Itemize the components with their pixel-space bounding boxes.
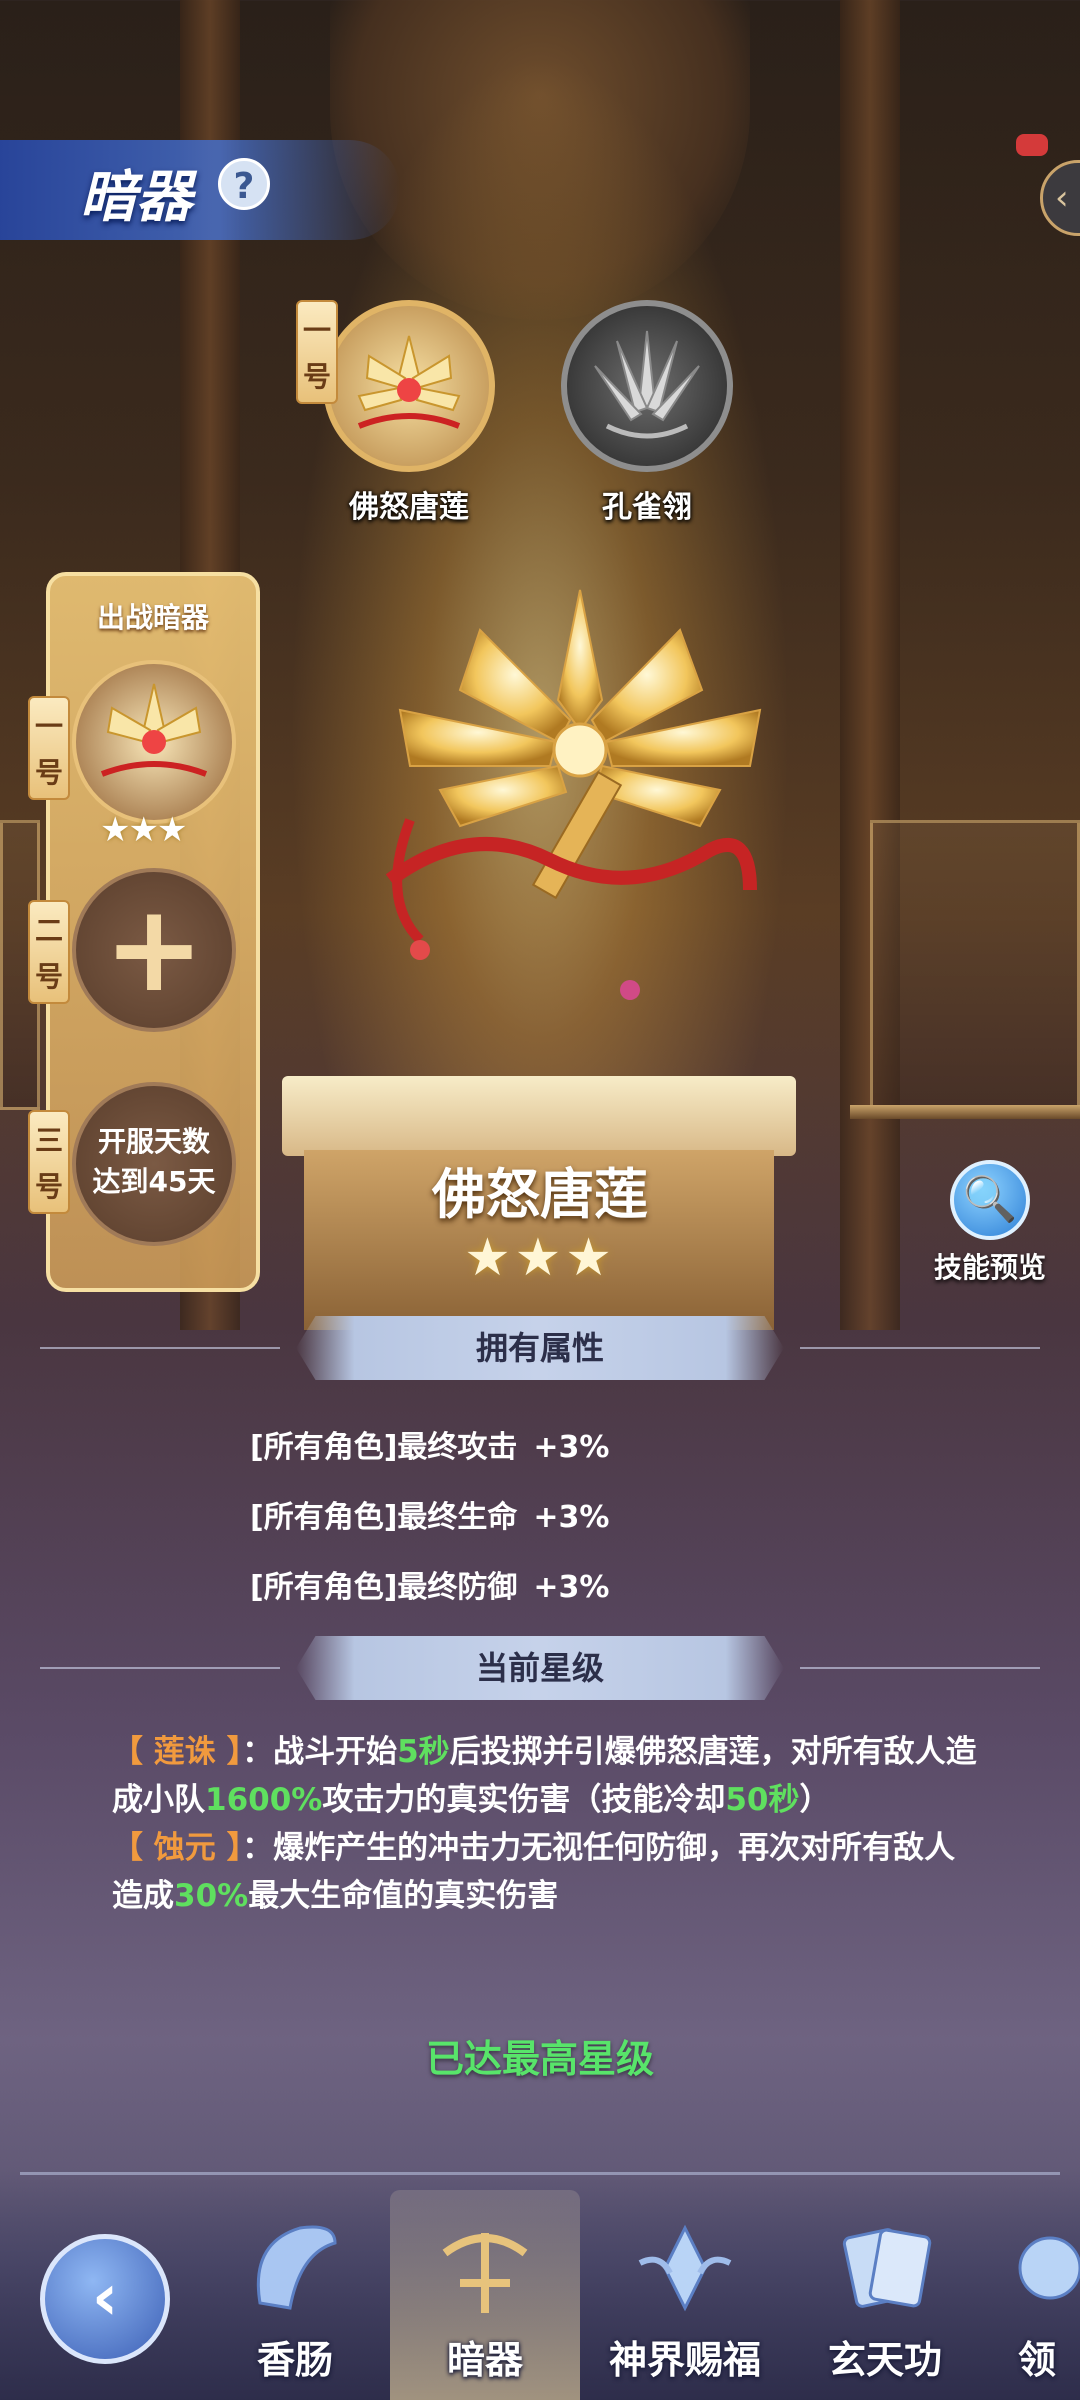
skill-preview-button[interactable]: 🔍 技能预览: [920, 1160, 1060, 1286]
nav-partial-icon: [1010, 2208, 1080, 2328]
nav-label: 玄天功: [827, 2338, 942, 2382]
item-star-rating: ★★★: [464, 1228, 616, 1288]
nav-item-partial[interactable]: 领: [1010, 2190, 1080, 2400]
lotus-weapon-icon: [100, 683, 208, 777]
sausage-icon: [235, 2208, 355, 2328]
star-level-section-header: 当前星级: [0, 1636, 1080, 1700]
nav-label: 神界赐福: [608, 2338, 761, 2382]
cards-icon: [825, 2208, 945, 2328]
attribute-row: [所有角色]最终攻击 +3%: [250, 1430, 610, 1465]
bg-shelf-right: [850, 1105, 1080, 1119]
slot-tag-3: 三号: [28, 1110, 70, 1214]
blessing-icon: [625, 2208, 745, 2328]
weapon-name: 佛怒唐莲: [349, 490, 469, 525]
skill-2-description: 【 蚀元 】：爆炸产生的冲击力无视任何防御，再次对所有敌人造成30%最大生命值的…: [112, 1830, 956, 1914]
nav-label: 暗器: [446, 2338, 523, 2382]
battle-slot-1[interactable]: [72, 660, 236, 824]
nav-item-hidden-weapon[interactable]: 暗器: [390, 2190, 580, 2400]
slot-1-stars: ★★★: [100, 810, 187, 850]
item-name: 佛怒唐莲: [432, 1163, 648, 1226]
notification-dot: [1016, 134, 1048, 156]
star-level-header-label: 当前星级: [296, 1636, 784, 1700]
skill-description: 【 莲诛 】：战斗开始5秒后投掷并引爆佛怒唐莲，对所有敌人造成小队1600%攻击…: [112, 1728, 982, 1938]
peacock-feather-icon: [561, 300, 733, 472]
weapon-name: 孔雀翎: [602, 490, 692, 525]
slot-tag-1: 一号: [28, 696, 70, 800]
bg-pillar-right: [840, 0, 900, 1330]
back-button[interactable]: ‹: [40, 2234, 170, 2364]
display-pedestal: [282, 1076, 796, 1156]
crossbow-icon: [425, 2208, 545, 2328]
skill-preview-label: 技能预览: [933, 1251, 1046, 1284]
bottom-nav-divider: [20, 2172, 1060, 2175]
attribute-row: [所有角色]最终生命 +3%: [250, 1500, 610, 1535]
page-title: 暗器: [80, 165, 192, 230]
attributes-header-label: 拥有属性: [296, 1316, 784, 1380]
skill-1-description: 【 莲诛 】：战斗开始5秒后投掷并引爆佛怒唐莲，对所有敌人造成小队1600%攻击…: [112, 1734, 977, 1818]
nav-label: 香肠: [256, 2338, 333, 2382]
attributes-section-header: 拥有属性: [0, 1316, 1080, 1380]
lotus-weapon-icon: [323, 300, 495, 472]
nav-item-divine-blessing[interactable]: 神界赐福: [590, 2190, 780, 2400]
slot-3-lock-text: 开服天数 达到45天: [92, 1125, 216, 1198]
slot-tag-2: 二号: [28, 900, 70, 1004]
battle-panel-title: 出战暗器: [96, 601, 209, 634]
lotus-treasure-image: [385, 589, 762, 1000]
title-banner: [0, 140, 400, 240]
max-star-status: 已达最高星级: [425, 2037, 654, 2081]
magnifier-icon: 🔍: [950, 1160, 1030, 1240]
attribute-row: [所有角色]最终防御 +3%: [250, 1570, 610, 1605]
weapon-tab-kongqueling[interactable]: 孔雀翎: [552, 300, 742, 526]
nav-label: 领: [1018, 2338, 1057, 2382]
help-button[interactable]: ?: [218, 158, 270, 210]
weapon-slot-tag: 一号: [296, 300, 338, 404]
weapon-tab-fonu-tanglian[interactable]: 佛怒唐莲: [314, 300, 504, 526]
bg-display-case-right: [870, 820, 1080, 1110]
add-icon[interactable]: +: [72, 868, 236, 1032]
nav-item-xuantian[interactable]: 玄天功: [790, 2190, 980, 2400]
expand-side-button[interactable]: ‹: [1040, 160, 1080, 236]
nav-item-sausage[interactable]: 香肠: [200, 2190, 390, 2400]
